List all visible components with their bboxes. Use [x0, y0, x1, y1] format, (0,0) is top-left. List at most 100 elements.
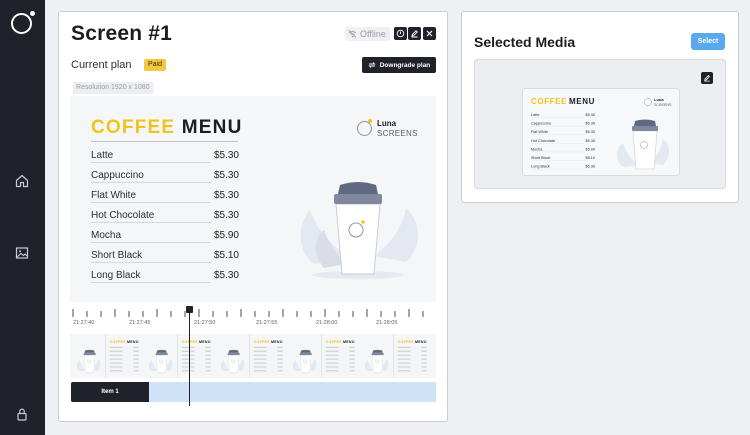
edit-media-button[interactable]	[701, 72, 713, 84]
mini-menu-title: COFFEE	[326, 340, 343, 344]
tick-label: 21:27:50	[194, 320, 216, 326]
selected-media-panel: Selected Media Select COFFEE MENU Luna SCRE…	[461, 11, 739, 203]
timeline-frames[interactable]: COFFEEMENU COFFEEMENU COFFEEMENU COFFEEM…	[70, 334, 436, 378]
timeline-track[interactable]: Item 1	[71, 382, 436, 402]
menu-item-underline	[91, 222, 211, 223]
close-icon	[426, 30, 433, 37]
menu-title-word1: COFFEE	[91, 117, 176, 138]
menu-item-price: $5.30	[213, 150, 239, 161]
menu-item-underline	[91, 242, 211, 243]
mini-menu-item-name: Latte	[531, 113, 539, 117]
mini-menu-item-price: $5.90	[585, 147, 595, 151]
mini-menu-item-price: $5.30	[585, 165, 595, 169]
power-icon	[396, 29, 405, 38]
menu-item-price: $5.30	[213, 270, 239, 281]
svg-text:SCREENS: SCREENS	[654, 103, 672, 107]
brand-name: Luna	[377, 119, 397, 128]
frame-thumbnail: COFFEEMENU	[70, 334, 106, 378]
sidebar	[0, 0, 45, 435]
playhead[interactable]	[189, 306, 190, 406]
app-logo[interactable]	[11, 11, 35, 34]
plan-label: Current plan	[71, 59, 132, 71]
mini-menu-item-name: Hot Chocolate	[531, 139, 555, 143]
menu-item-price: $5.90	[213, 230, 239, 241]
media-thumbnail: COFFEE MENU Luna SCREENS Latte $5.30 Cappuccin…	[522, 88, 680, 176]
power-button[interactable]	[394, 27, 407, 40]
mini-menu-item-name: Long Black	[531, 165, 550, 169]
mini-menu-item-price: $5.30	[585, 113, 595, 117]
mini-menu-title: MENU	[199, 340, 211, 344]
downgrade-label: Downgrade plan	[379, 61, 431, 69]
mini-menu-item-name: Flat White	[531, 130, 548, 134]
coffee-cup-illustration	[300, 182, 418, 279]
mini-menu-title: COFFEE	[110, 340, 127, 344]
mini-menu-title: COFFEE	[398, 340, 415, 344]
downgrade-plan-button[interactable]: Downgrade plan	[362, 57, 436, 73]
mini-menu-item-name: Cappuccino	[531, 122, 551, 126]
brand-logo	[357, 121, 372, 136]
mini-menu: COFFEEMENU	[253, 340, 317, 373]
swap-icon	[368, 62, 376, 68]
tick-label: 21:27:40	[73, 320, 95, 326]
image-icon[interactable]	[14, 245, 30, 261]
menu-item-name: Short Black	[91, 250, 143, 261]
menu-item-name: Cappuccino	[91, 170, 144, 181]
frame-thumbnail: COFFEEMENU	[394, 334, 436, 378]
page-title: Screen #1	[71, 22, 173, 45]
media-preview[interactable]: COFFEE MENU Luna SCREENS Latte $5.30 Cappuccin…	[474, 59, 726, 189]
timeline-ruler[interactable]: 21:27:40 21:27:45 21:27:50 21:27:55 21:2…	[70, 306, 436, 330]
mini-menu-item-price: $5.10	[585, 156, 595, 160]
menu-item-price: $5.30	[213, 170, 239, 181]
mini-menu-item-price: $5.30	[585, 139, 595, 143]
mini-menu: COFFEE MENU LunaSCREENS Latte $5.30 Cappuccin…	[531, 97, 672, 170]
brand-subtitle: SCREENS	[377, 129, 418, 138]
menu-item-underline	[91, 262, 211, 263]
menu-item: Hot Chocolate $5.30	[91, 210, 239, 224]
plan-badge: Paid	[144, 59, 167, 71]
status-label: Offline	[360, 29, 386, 39]
menu-title-word2: MENU	[181, 117, 243, 138]
menu-item-name: Latte	[91, 150, 114, 161]
wifi-off-icon	[348, 30, 357, 38]
home-icon[interactable]	[14, 173, 30, 189]
mini-menu-item-price: $5.30	[585, 122, 595, 126]
menu-item-price: $5.30	[213, 190, 239, 201]
mini-menu-item-price: $5.30	[585, 130, 595, 134]
mini-menu: COFFEEMENU	[325, 340, 389, 373]
edit-screen-button[interactable]	[408, 27, 421, 40]
menu-divider	[91, 141, 238, 142]
svg-text:Luna: Luna	[654, 97, 664, 102]
menu-item-underline	[91, 202, 211, 203]
lock-icon[interactable]	[14, 406, 30, 422]
screen-preview: COFFEE MENU Latte $5.30 Cappuccino $5.30…	[70, 96, 436, 302]
menu-item-underline	[91, 282, 211, 283]
menu-item: Short Black $5.10	[91, 250, 239, 264]
mini-menu-title: MENU	[127, 340, 139, 344]
timeline-item[interactable]: Item 1	[71, 382, 149, 402]
media-title: Selected Media	[474, 34, 576, 50]
tick-label: 21:27:55	[256, 320, 278, 326]
close-button[interactable]	[423, 27, 436, 40]
status-badge: Offline	[345, 27, 390, 41]
select-button[interactable]: Select	[691, 33, 725, 50]
menu-title: COFFEE MENU	[91, 117, 243, 139]
mini-menu-item-name: Short Black	[531, 156, 551, 160]
mini-menu-item-name: Mocha	[531, 147, 543, 151]
tick-label: 21:27:45	[129, 320, 151, 326]
menu-item: Flat White $5.30	[91, 190, 239, 204]
mini-menu: COFFEEMENU	[109, 340, 173, 373]
mini-menu: COFFEEMENU	[76, 349, 101, 373]
mini-menu-title: MENU	[343, 340, 355, 344]
frame-thumbnail: COFFEEMENU	[322, 334, 394, 378]
menu-item: Mocha $5.90	[91, 230, 239, 244]
mini-menu-title: MENU	[415, 340, 427, 344]
ruler-ticks	[72, 309, 424, 317]
menu-item-name: Mocha	[91, 230, 122, 241]
tick-label: 21:28:05	[376, 320, 398, 326]
menu-item-underline	[91, 162, 211, 163]
mini-menu: COFFEEMENU	[397, 340, 427, 373]
menu-item-name: Hot Chocolate	[91, 210, 155, 221]
menu-item: Long Black $5.30	[91, 270, 239, 284]
screen-panel: Screen #1 Offline Current plan Paid Down…	[58, 11, 448, 422]
menu-item: Cappuccino $5.30	[91, 170, 239, 184]
